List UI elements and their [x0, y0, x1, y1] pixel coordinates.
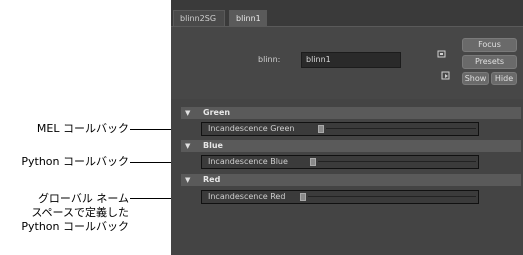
slider-handle-green[interactable]: [318, 125, 324, 133]
copy-tab-icon[interactable]: [441, 66, 451, 80]
annotation-global-line3: Python コールバック: [21, 220, 129, 233]
triangle-down-icon: ▼: [185, 142, 191, 150]
section-blue-title: Blue: [203, 141, 223, 150]
row-blue-label: Incandescence Blue: [208, 157, 288, 166]
annotation-mel: MEL コールバック: [36, 122, 129, 135]
row-green-label: Incandescence Green: [208, 124, 295, 133]
tab-bar: blinn2SG blinn1: [171, 0, 523, 26]
slider-track-red: [308, 196, 476, 197]
node-name-field[interactable]: blinn1: [301, 52, 401, 68]
annotation-global-line1: グローバル ネーム: [37, 192, 129, 205]
section-green[interactable]: ▼ Green: [181, 107, 521, 119]
presets-button[interactable]: Presets: [462, 55, 517, 69]
node-name-label: blinn:: [258, 55, 281, 64]
hide-button[interactable]: Hide: [491, 72, 517, 85]
row-incandescence-green[interactable]: Incandescence Green: [201, 122, 479, 136]
row-incandescence-blue[interactable]: Incandescence Blue: [201, 155, 479, 169]
attribute-editor-panel: blinn2SG blinn1 blinn: blinn1 Focus Pres…: [171, 0, 523, 255]
slider-track-blue: [318, 161, 476, 162]
section-red-title: Red: [203, 175, 221, 184]
annotation-global-python: グローバル ネーム スペースで定義した Python コールバック: [21, 192, 129, 234]
annotation-python: Python コールバック: [21, 155, 129, 168]
section-green-title: Green: [203, 108, 231, 117]
slider-handle-blue[interactable]: [310, 158, 316, 166]
triangle-down-icon: ▼: [185, 109, 191, 117]
triangle-down-icon: ▼: [185, 176, 191, 184]
section-red[interactable]: ▼ Red: [181, 174, 521, 186]
row-incandescence-red[interactable]: Incandescence Red: [201, 190, 479, 204]
slider-handle-red[interactable]: [300, 193, 306, 201]
load-attributes-icon[interactable]: [437, 44, 447, 58]
slider-track-green: [326, 128, 476, 129]
focus-button[interactable]: Focus: [462, 38, 517, 52]
annotation-global-line2: スペースで定義した: [31, 206, 129, 219]
row-red-label: Incandescence Red: [208, 192, 286, 201]
tab-blinn2sg[interactable]: blinn2SG: [173, 10, 225, 26]
show-button[interactable]: Show: [462, 72, 489, 85]
section-blue[interactable]: ▼ Blue: [181, 140, 521, 152]
tab-blinn1[interactable]: blinn1: [229, 10, 267, 26]
